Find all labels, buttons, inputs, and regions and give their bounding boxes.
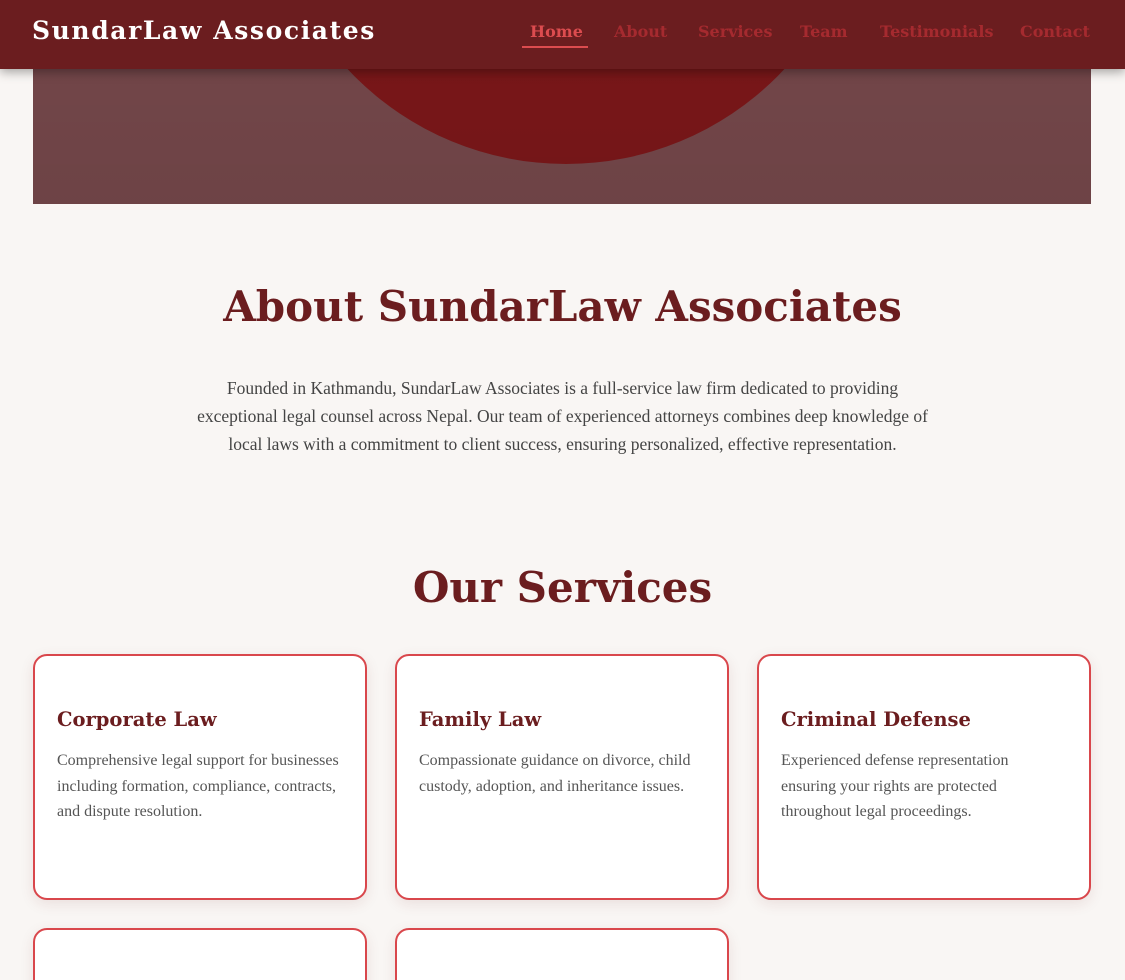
service-card-title: Corporate Law (57, 708, 217, 731)
service-card-title: Criminal Defense (781, 708, 971, 731)
nav-link-contact[interactable]: Contact (1020, 22, 1090, 41)
nav-link-testimonials[interactable]: Testimonials (880, 22, 994, 41)
nav-link-team[interactable]: Team (800, 22, 848, 41)
active-nav-indicator (522, 46, 588, 48)
nav-link-about[interactable]: About (614, 22, 667, 41)
site-header: SundarLaw Associates Home About Services… (0, 0, 1125, 69)
service-card-description: Experienced defense representation ensur… (781, 752, 1009, 820)
about-paragraph: Founded in Kathmandu, SundarLaw Associat… (197, 378, 928, 454)
nav-link-services[interactable]: Services (698, 22, 772, 41)
about-heading: About SundarLaw Associates (223, 282, 902, 331)
service-card-partial[interactable] (33, 928, 367, 980)
service-card-description: Compassionate guidance on divorce, child… (419, 752, 691, 795)
service-card-criminal-defense[interactable]: Criminal Defense Experienced defense rep… (757, 654, 1091, 900)
service-card-corporate-law[interactable]: Corporate Law Comprehensive legal suppor… (33, 654, 367, 900)
service-card-partial[interactable] (395, 928, 729, 980)
main-nav: Home About Services Team Testimonials Co… (0, 0, 1125, 69)
nav-link-home[interactable]: Home (530, 22, 583, 41)
service-card-description: Comprehensive legal support for business… (57, 752, 339, 820)
service-card-title: Family Law (419, 708, 542, 731)
services-heading: Our Services (412, 563, 713, 612)
service-card-family-law[interactable]: Family Law Compassionate guidance on div… (395, 654, 729, 900)
